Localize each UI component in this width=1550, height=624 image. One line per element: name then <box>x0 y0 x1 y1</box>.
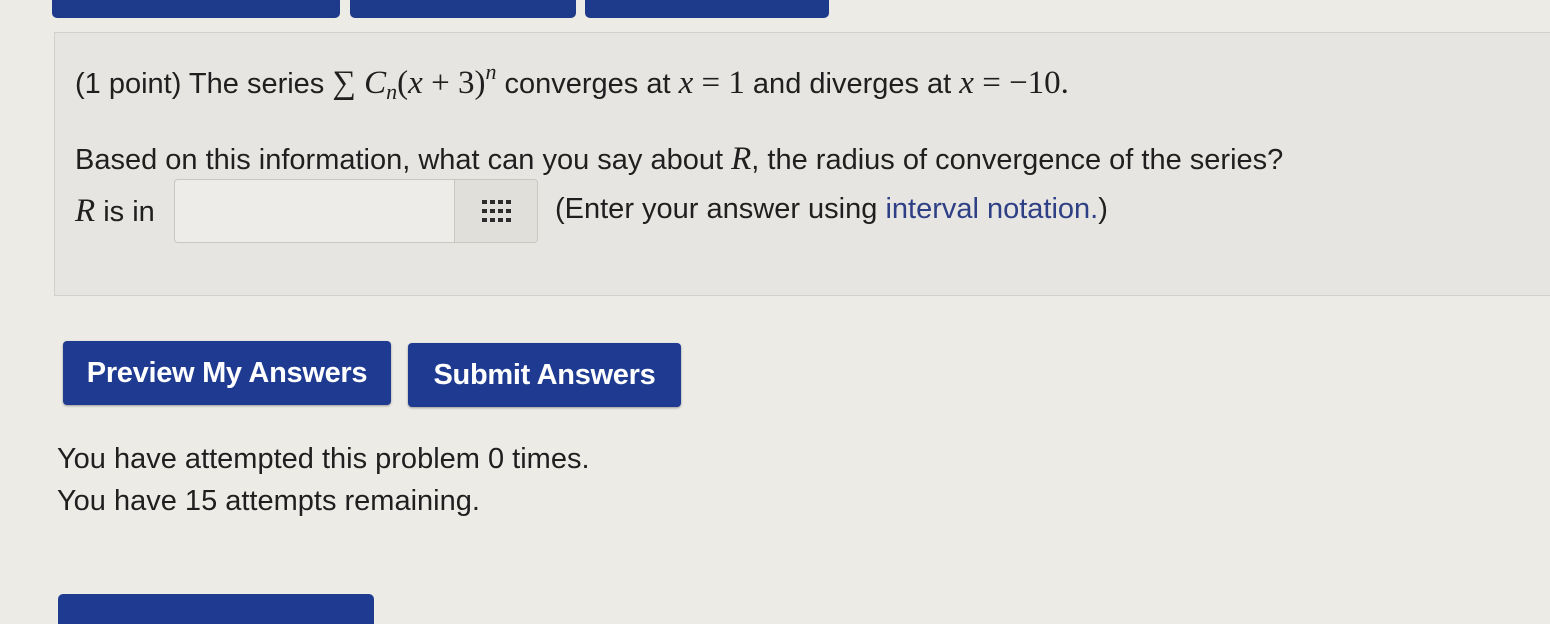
bottom-nav-button[interactable] <box>58 594 374 624</box>
interval-notation-link[interactable]: interval notation. <box>885 193 1098 225</box>
converge-point: x = 1 <box>678 65 745 101</box>
equation-palette-button[interactable] <box>454 179 538 243</box>
answer-hint: (Enter your answer using interval notati… <box>555 193 1108 225</box>
question-text: Based on this information, what can you … <box>75 141 1284 177</box>
nav-tab-3[interactable] <box>585 0 829 18</box>
nav-tab-2[interactable] <box>350 0 576 18</box>
grid-palette-icon <box>482 200 511 222</box>
problem-statement: (1 point) The series ∑ Cn(x + 3)n conver… <box>75 59 1069 104</box>
series-expression: ∑ Cn(x + 3)n <box>332 59 497 104</box>
nav-tab-1[interactable] <box>52 0 340 18</box>
answer-input[interactable] <box>174 179 454 243</box>
preview-answers-button[interactable]: Preview My Answers <box>63 341 391 405</box>
attempts-remaining-text: You have 15 attempts remaining. <box>57 485 480 517</box>
attempts-made-text: You have attempted this problem 0 times. <box>57 443 590 475</box>
submit-answers-button[interactable]: Submit Answers <box>408 343 681 407</box>
diverge-point: x = −10. <box>959 65 1069 101</box>
answer-label: R is in <box>75 193 155 229</box>
problem-panel: (1 point) The series ∑ Cn(x + 3)n conver… <box>54 32 1550 296</box>
